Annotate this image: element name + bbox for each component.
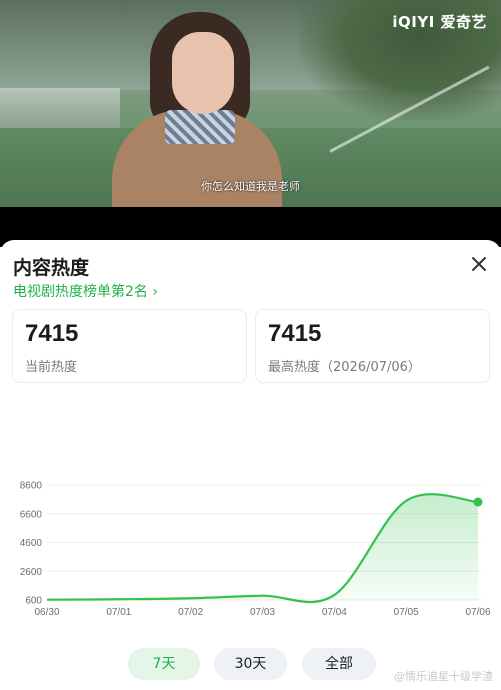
peak-heat-value: 7415 — [268, 320, 322, 347]
y-tick-label: 8600 — [20, 481, 43, 492]
iqiyi-logo: iQIYI 爱奇艺 — [392, 13, 487, 31]
tab-30d[interactable]: 30天 — [214, 648, 287, 680]
video-subtitle: 你怎么知道我是老师 — [201, 180, 300, 193]
x-tick-label: 07/02 — [178, 607, 203, 618]
heat-sheet: 内容热度 电视剧热度榜单第2名 › 7415 当前热度 7415 最高热度（20… — [0, 240, 501, 690]
peak-heat-label: 最高热度（2026/07/06） — [268, 360, 421, 375]
x-tick-label: 07/06 — [465, 607, 490, 618]
last-point-marker — [473, 497, 483, 507]
y-tick-label: 600 — [25, 596, 42, 607]
x-tick-label: 07/05 — [394, 607, 419, 618]
heat-cards: 7415 当前热度 7415 最高热度（2026/07/06） — [12, 309, 490, 383]
y-tick-label: 4600 — [20, 538, 43, 549]
video-person-face — [172, 32, 234, 114]
x-tick-label: 07/01 — [106, 607, 131, 618]
current-heat-label: 当前热度 — [25, 360, 78, 375]
current-heat-value: 7415 — [25, 320, 79, 347]
y-tick-label: 2600 — [20, 567, 43, 578]
series-area — [47, 494, 478, 603]
tab-all[interactable]: 全部 — [302, 648, 376, 680]
close-icon[interactable] — [469, 254, 489, 274]
peak-heat-card: 7415 最高热度（2026/07/06） — [255, 309, 490, 383]
tab-7d[interactable]: 7天 — [128, 648, 200, 680]
rank-link[interactable]: 电视剧热度榜单第2名 › — [13, 281, 158, 301]
y-tick-label: 6600 — [20, 509, 43, 520]
video-bench — [0, 88, 120, 128]
video-player[interactable]: iQIYI 爱奇艺 你怎么知道我是老师 — [0, 0, 501, 207]
sheet-title: 内容热度 — [13, 257, 90, 279]
x-tick-label: 07/03 — [250, 607, 275, 618]
rank-link-label: 电视剧热度榜单第2名 — [13, 284, 148, 300]
watermark: @情乐追星十级学渣 — [394, 670, 493, 683]
x-tick-label: 06/30 — [34, 607, 59, 618]
chevron-right-icon: › — [152, 284, 158, 300]
current-heat-card: 7415 当前热度 — [12, 309, 247, 383]
heat-chart: 600 2600 4600 6600 8600 06/30 07/01 07/02 07/03 0… — [20, 481, 491, 619]
x-tick-label: 07/04 — [322, 607, 347, 618]
video-person-collar — [165, 110, 235, 144]
